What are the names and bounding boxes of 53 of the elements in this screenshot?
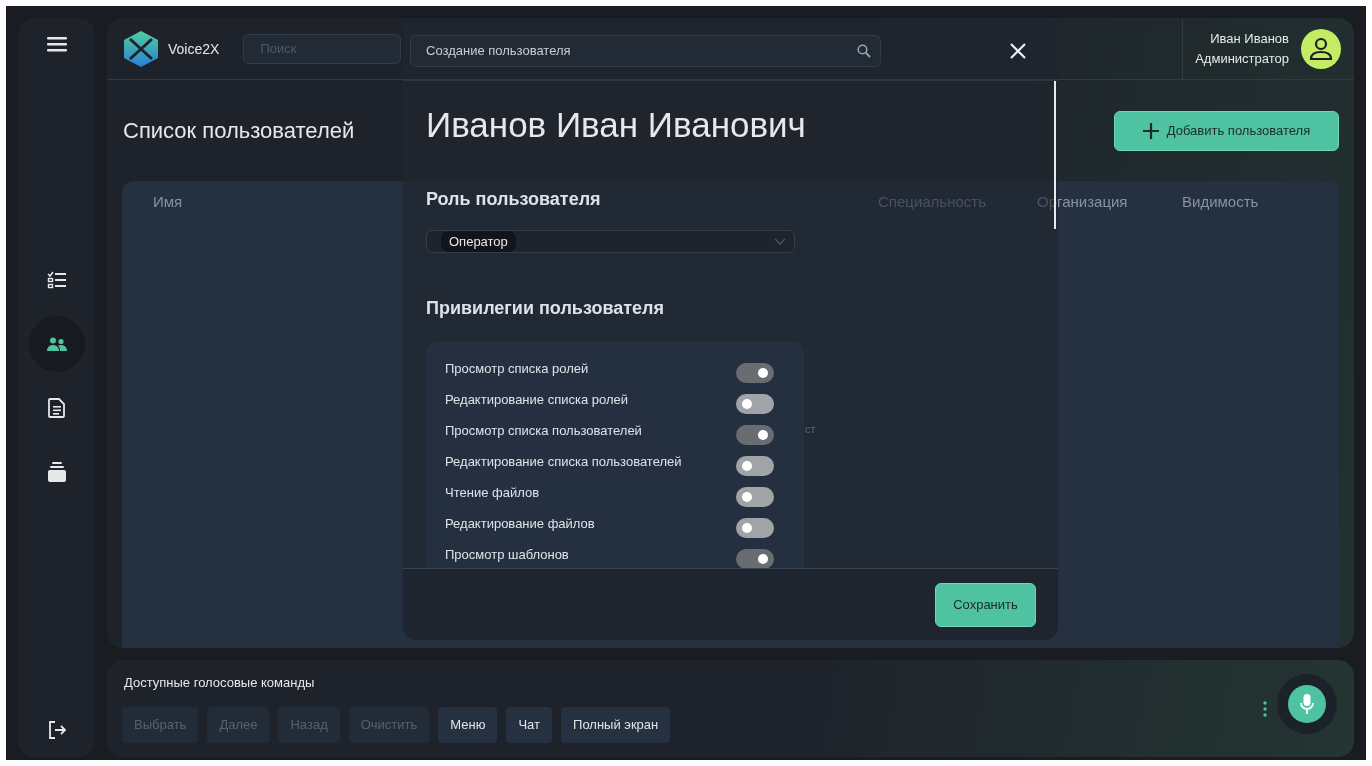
- privilege-label: Редактирование списка пользователей: [445, 454, 682, 470]
- user-name: Иван Иванов: [1210, 29, 1289, 48]
- more-button[interactable]: [1263, 700, 1267, 717]
- avatar[interactable]: [1301, 28, 1341, 69]
- role-chip: Оператор: [441, 231, 516, 252]
- privilege-label: Редактирование файлов: [445, 516, 595, 532]
- column-header: Видимость: [1182, 193, 1259, 210]
- menu-icon: [46, 36, 67, 52]
- logout-button[interactable]: [47, 721, 66, 739]
- microphone-icon: [1300, 693, 1314, 714]
- microphone-button[interactable]: [1288, 684, 1326, 723]
- add-user-button[interactable]: Добавить пользователя: [1114, 110, 1339, 151]
- title-field[interactable]: Создание пользователя: [410, 34, 881, 67]
- voice-command-button[interactable]: Чат: [506, 706, 553, 743]
- tray-stack-icon: [46, 462, 67, 482]
- search-icon: [857, 43, 871, 58]
- privilege-label: Просмотр шаблонов: [445, 547, 569, 563]
- section-title: Привилегии пользователя: [426, 298, 664, 319]
- document-icon: [47, 398, 66, 418]
- privilege-label: Редактирование списка ролей: [445, 392, 628, 408]
- checklist-icon: [46, 271, 67, 289]
- voice-command-button[interactable]: Полный экран: [561, 706, 671, 743]
- dots-icon: [1263, 700, 1267, 717]
- scrollbar-thumb[interactable]: [1054, 81, 1056, 229]
- privilege-toggle[interactable]: [736, 518, 774, 538]
- voice-command-button[interactable]: Меню: [438, 706, 498, 743]
- privilege-label: Просмотр списка пользователей: [445, 423, 642, 439]
- role-select[interactable]: Оператор: [426, 230, 795, 253]
- section-title: Роль пользователя: [426, 189, 601, 210]
- privilege-toggle[interactable]: [736, 363, 774, 383]
- save-button[interactable]: Сохранить: [935, 582, 1036, 627]
- plus-icon: [1142, 122, 1159, 139]
- privilege-toggle[interactable]: [736, 456, 774, 476]
- chevron-down-icon: [774, 238, 786, 245]
- voice-commands-title: Доступные голосовые команды: [124, 674, 316, 690]
- users-icon: [46, 337, 67, 351]
- column-header: Имя: [153, 193, 183, 210]
- person-icon: [1309, 36, 1333, 61]
- page-title: Список пользователей: [123, 117, 355, 144]
- logo-icon: [124, 30, 158, 67]
- privilege-toggle[interactable]: [736, 394, 774, 414]
- close-button[interactable]: [1010, 42, 1026, 59]
- privilege-toggle[interactable]: [736, 549, 774, 568]
- logout-icon: [47, 721, 66, 739]
- logo-text: Voice2X: [168, 40, 220, 57]
- menu-button[interactable]: [46, 36, 67, 52]
- privilege-toggle[interactable]: [736, 425, 774, 445]
- privilege-label: Чтение файлов: [445, 485, 540, 501]
- user-role: Администратор: [1195, 49, 1289, 68]
- privilege-toggle[interactable]: [736, 487, 774, 507]
- user-full-name: Иванов Иван Иванович: [426, 105, 806, 145]
- close-icon: [1010, 42, 1026, 59]
- privilege-label: Просмотр списка ролей: [445, 361, 589, 377]
